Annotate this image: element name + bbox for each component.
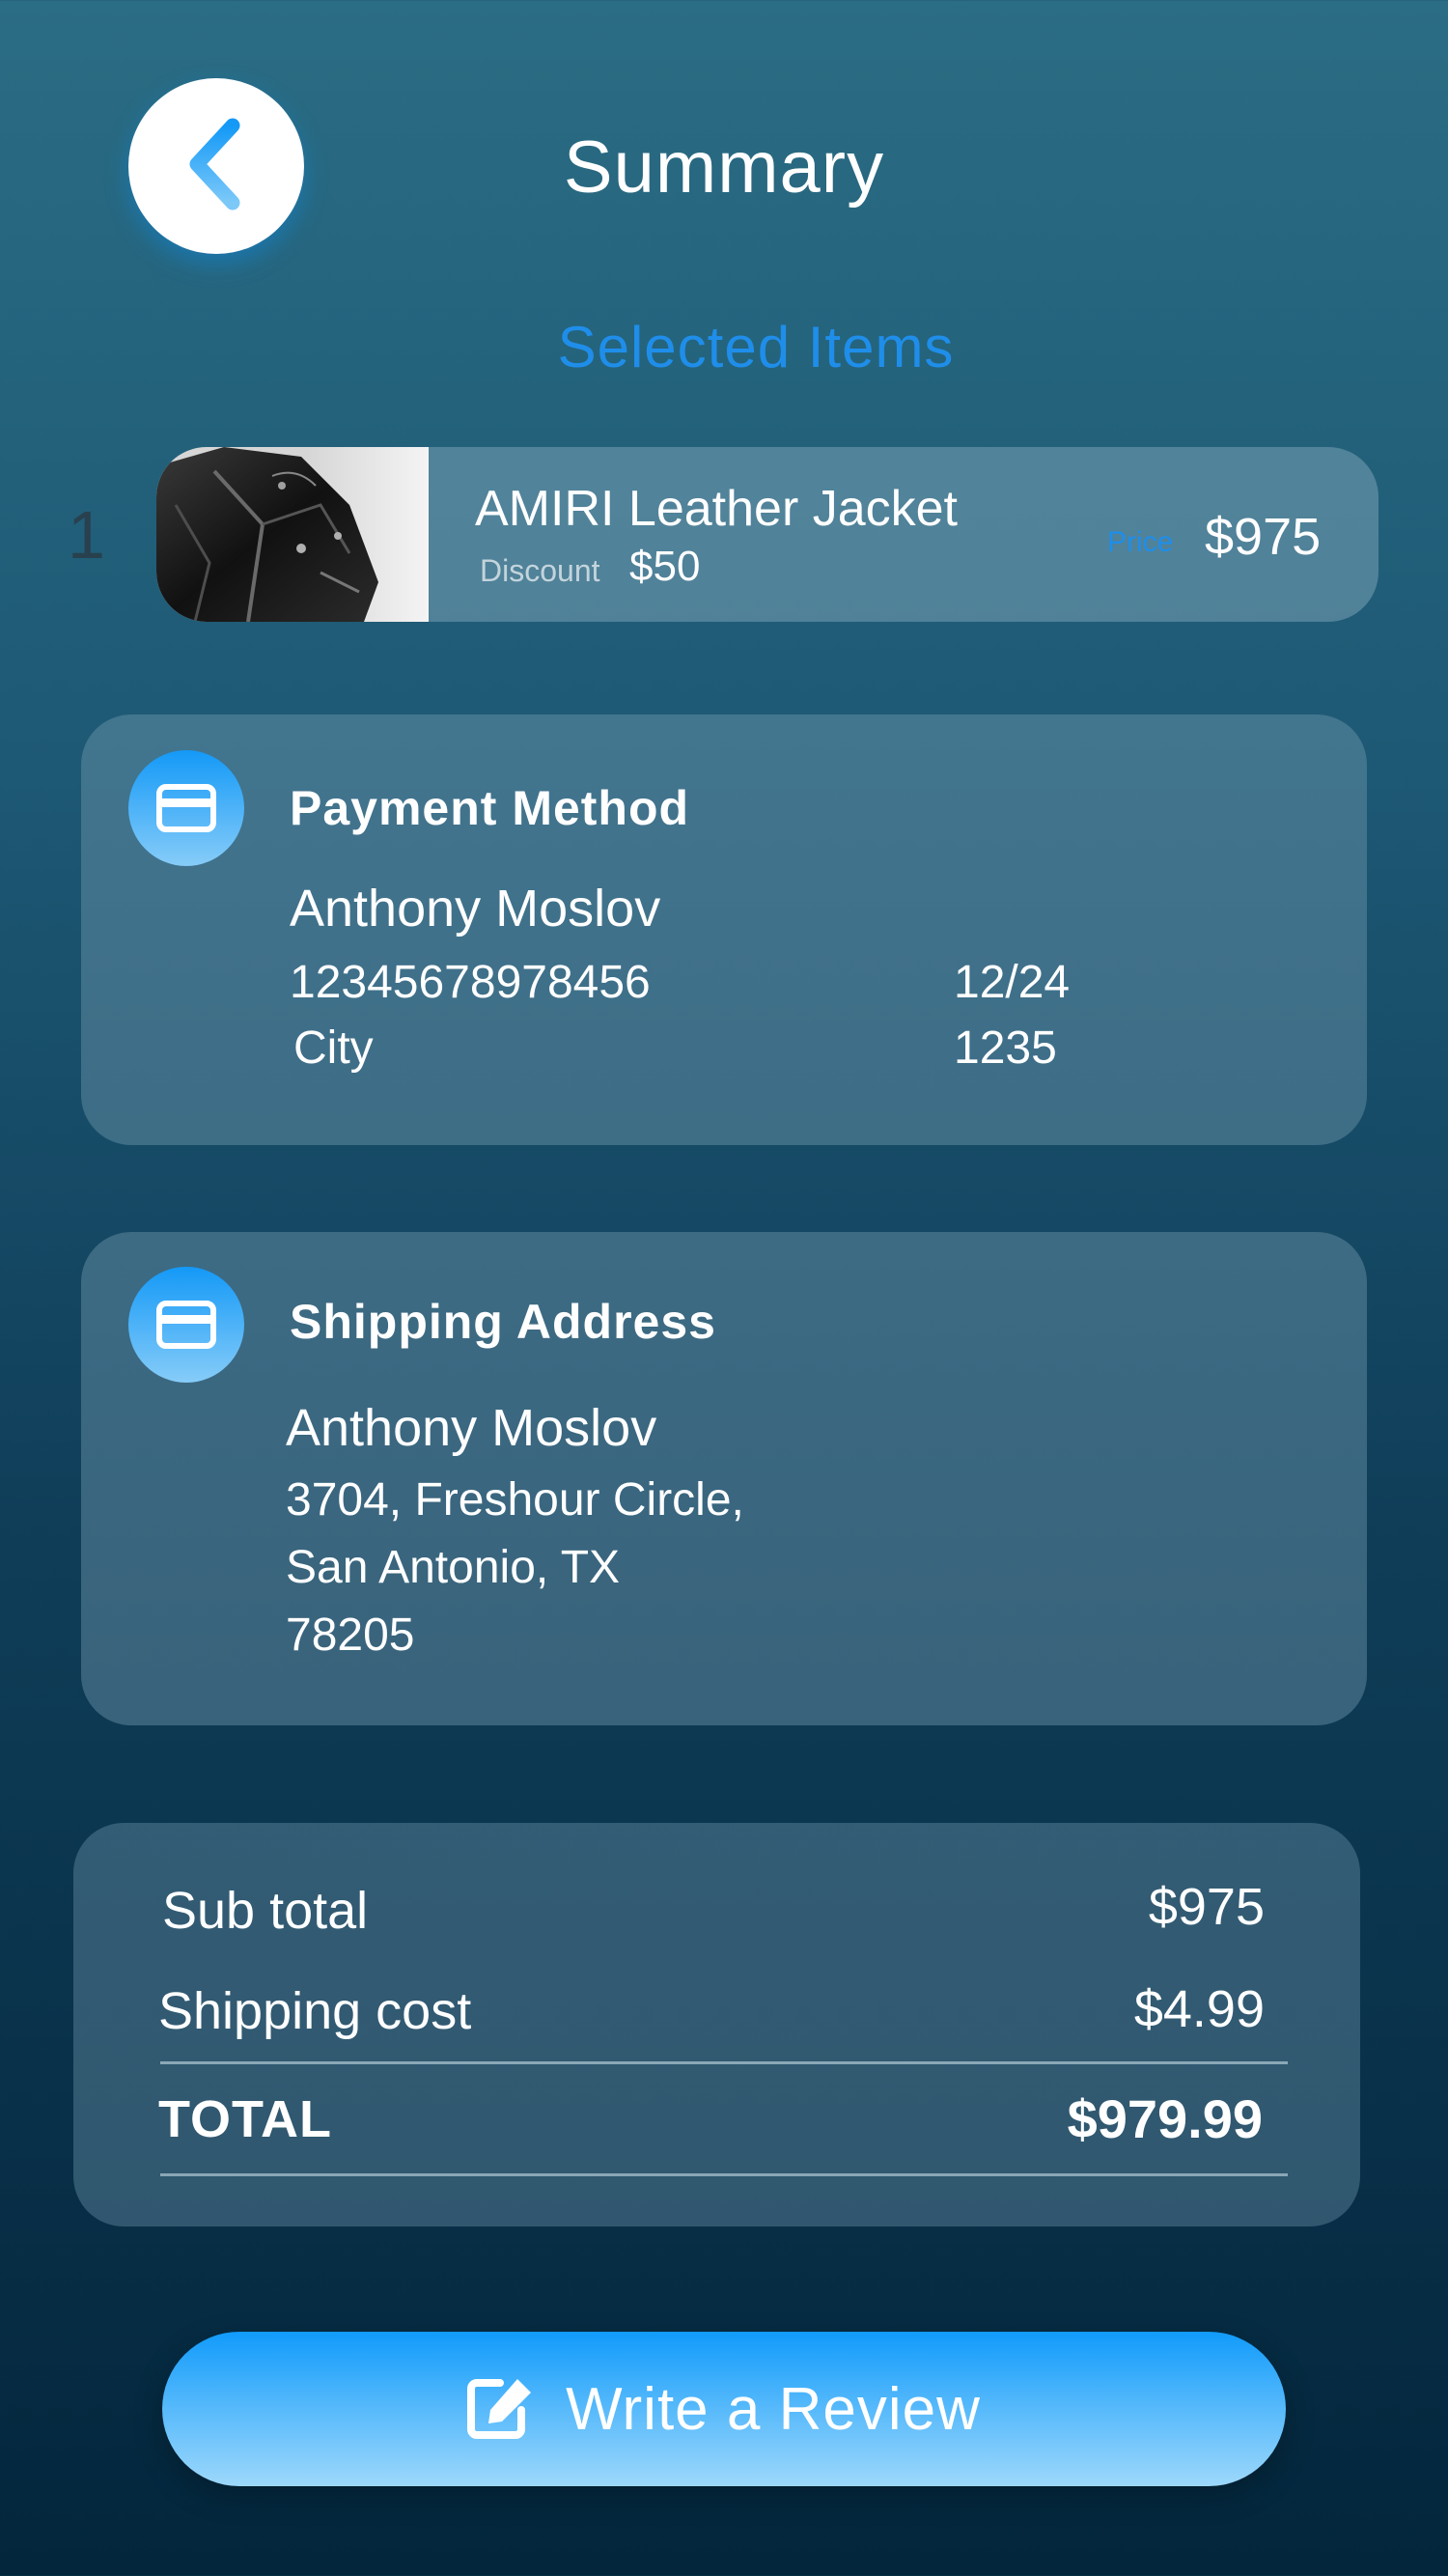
card-city: City xyxy=(293,1022,374,1074)
address-line-1: 3704, Freshour Circle, xyxy=(286,1474,744,1526)
order-totals-card: Sub total $975 Shipping cost $4.99 TOTAL… xyxy=(73,1823,1360,2226)
address-line-3: 78205 xyxy=(286,1610,415,1661)
address-line-2: San Antonio, TX xyxy=(286,1542,621,1593)
shipping-address-card[interactable]: Shipping Address Anthony Moslov 3704, Fr… xyxy=(81,1232,1367,1725)
divider xyxy=(160,2173,1288,2176)
price-label: Price xyxy=(1107,526,1174,558)
write-review-label: Write a Review xyxy=(566,2375,981,2443)
subtotal-value: $975 xyxy=(1148,1878,1265,1936)
edit-icon xyxy=(467,2375,537,2444)
total-value: $979.99 xyxy=(1067,2088,1263,2149)
selected-item-card[interactable]: AMIRI Leather Jacket Discount $50 Price … xyxy=(156,447,1378,622)
card-expiry: 12/24 xyxy=(954,957,1071,1008)
write-review-button[interactable]: Write a Review xyxy=(162,2332,1286,2486)
selected-items-heading: Selected Items xyxy=(557,315,955,379)
payment-method-card[interactable]: Payment Method Anthony Moslov 1234567897… xyxy=(81,714,1367,1145)
divider xyxy=(160,2061,1288,2064)
price-value: $975 xyxy=(1205,508,1322,566)
payment-method-title: Payment Method xyxy=(290,781,690,835)
credit-card-icon xyxy=(128,1267,244,1383)
shipping-address-title: Shipping Address xyxy=(290,1295,716,1349)
total-label: TOTAL xyxy=(158,2090,332,2148)
subtotal-label: Sub total xyxy=(162,1882,369,1940)
credit-card-icon xyxy=(128,750,244,866)
shipping-cost-label: Shipping cost xyxy=(158,1982,472,2040)
discount-value: $50 xyxy=(629,543,701,590)
card-number: 12345678978456 xyxy=(290,957,651,1008)
discount-label: Discount xyxy=(480,553,600,588)
leather-jacket-photo xyxy=(156,447,429,622)
card-code: 1235 xyxy=(954,1022,1057,1074)
recipient-name: Anthony Moslov xyxy=(286,1399,657,1457)
shipping-cost-value: $4.99 xyxy=(1133,1980,1265,2038)
item-index: 1 xyxy=(68,497,105,573)
item-name: AMIRI Leather Jacket xyxy=(475,481,958,537)
cardholder-name: Anthony Moslov xyxy=(290,880,661,938)
page-title: Summary xyxy=(563,126,885,209)
